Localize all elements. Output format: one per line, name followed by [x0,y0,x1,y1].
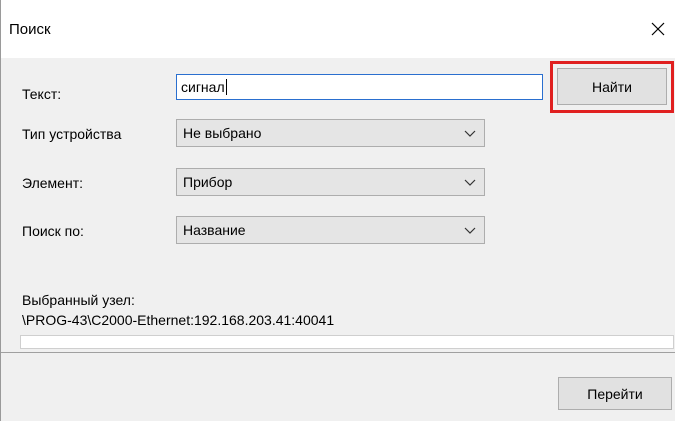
search-progress-bar [20,335,674,349]
element-value: Прибор [183,174,233,190]
title-bar: Поиск [1,0,675,58]
find-button-label: Найти [592,78,632,95]
selected-node-label: Выбранный узел: [22,292,135,308]
search-by-select[interactable]: Название [176,216,485,244]
element-label: Элемент: [22,175,83,191]
device-type-label: Тип устройства [22,126,122,142]
find-button[interactable]: Найти [557,68,667,105]
separator [1,352,675,353]
text-caret [225,79,227,95]
close-icon [651,22,665,36]
selected-node-path: \PROG-43\C2000-Ethernet:192.168.203.41:4… [22,312,335,328]
chevron-down-icon [464,179,476,186]
close-button[interactable] [641,12,675,46]
element-select[interactable]: Прибор [176,168,485,196]
search-text-value: сигнал [181,79,225,95]
window-title: Поиск [9,21,51,38]
search-by-value: Название [183,222,246,238]
chevron-down-icon [464,130,476,137]
chevron-down-icon [464,227,476,234]
go-button[interactable]: Перейти [558,377,672,410]
search-dialog: Поиск Текст: сигнал Найти Тип устройства… [0,0,675,421]
search-text-input[interactable]: сигнал [176,74,543,100]
device-type-value: Не выбрано [183,125,262,141]
text-label: Текст: [22,86,62,102]
go-button-label: Перейти [587,385,643,402]
search-by-label: Поиск по: [22,223,84,239]
device-type-select[interactable]: Не выбрано [176,119,485,147]
